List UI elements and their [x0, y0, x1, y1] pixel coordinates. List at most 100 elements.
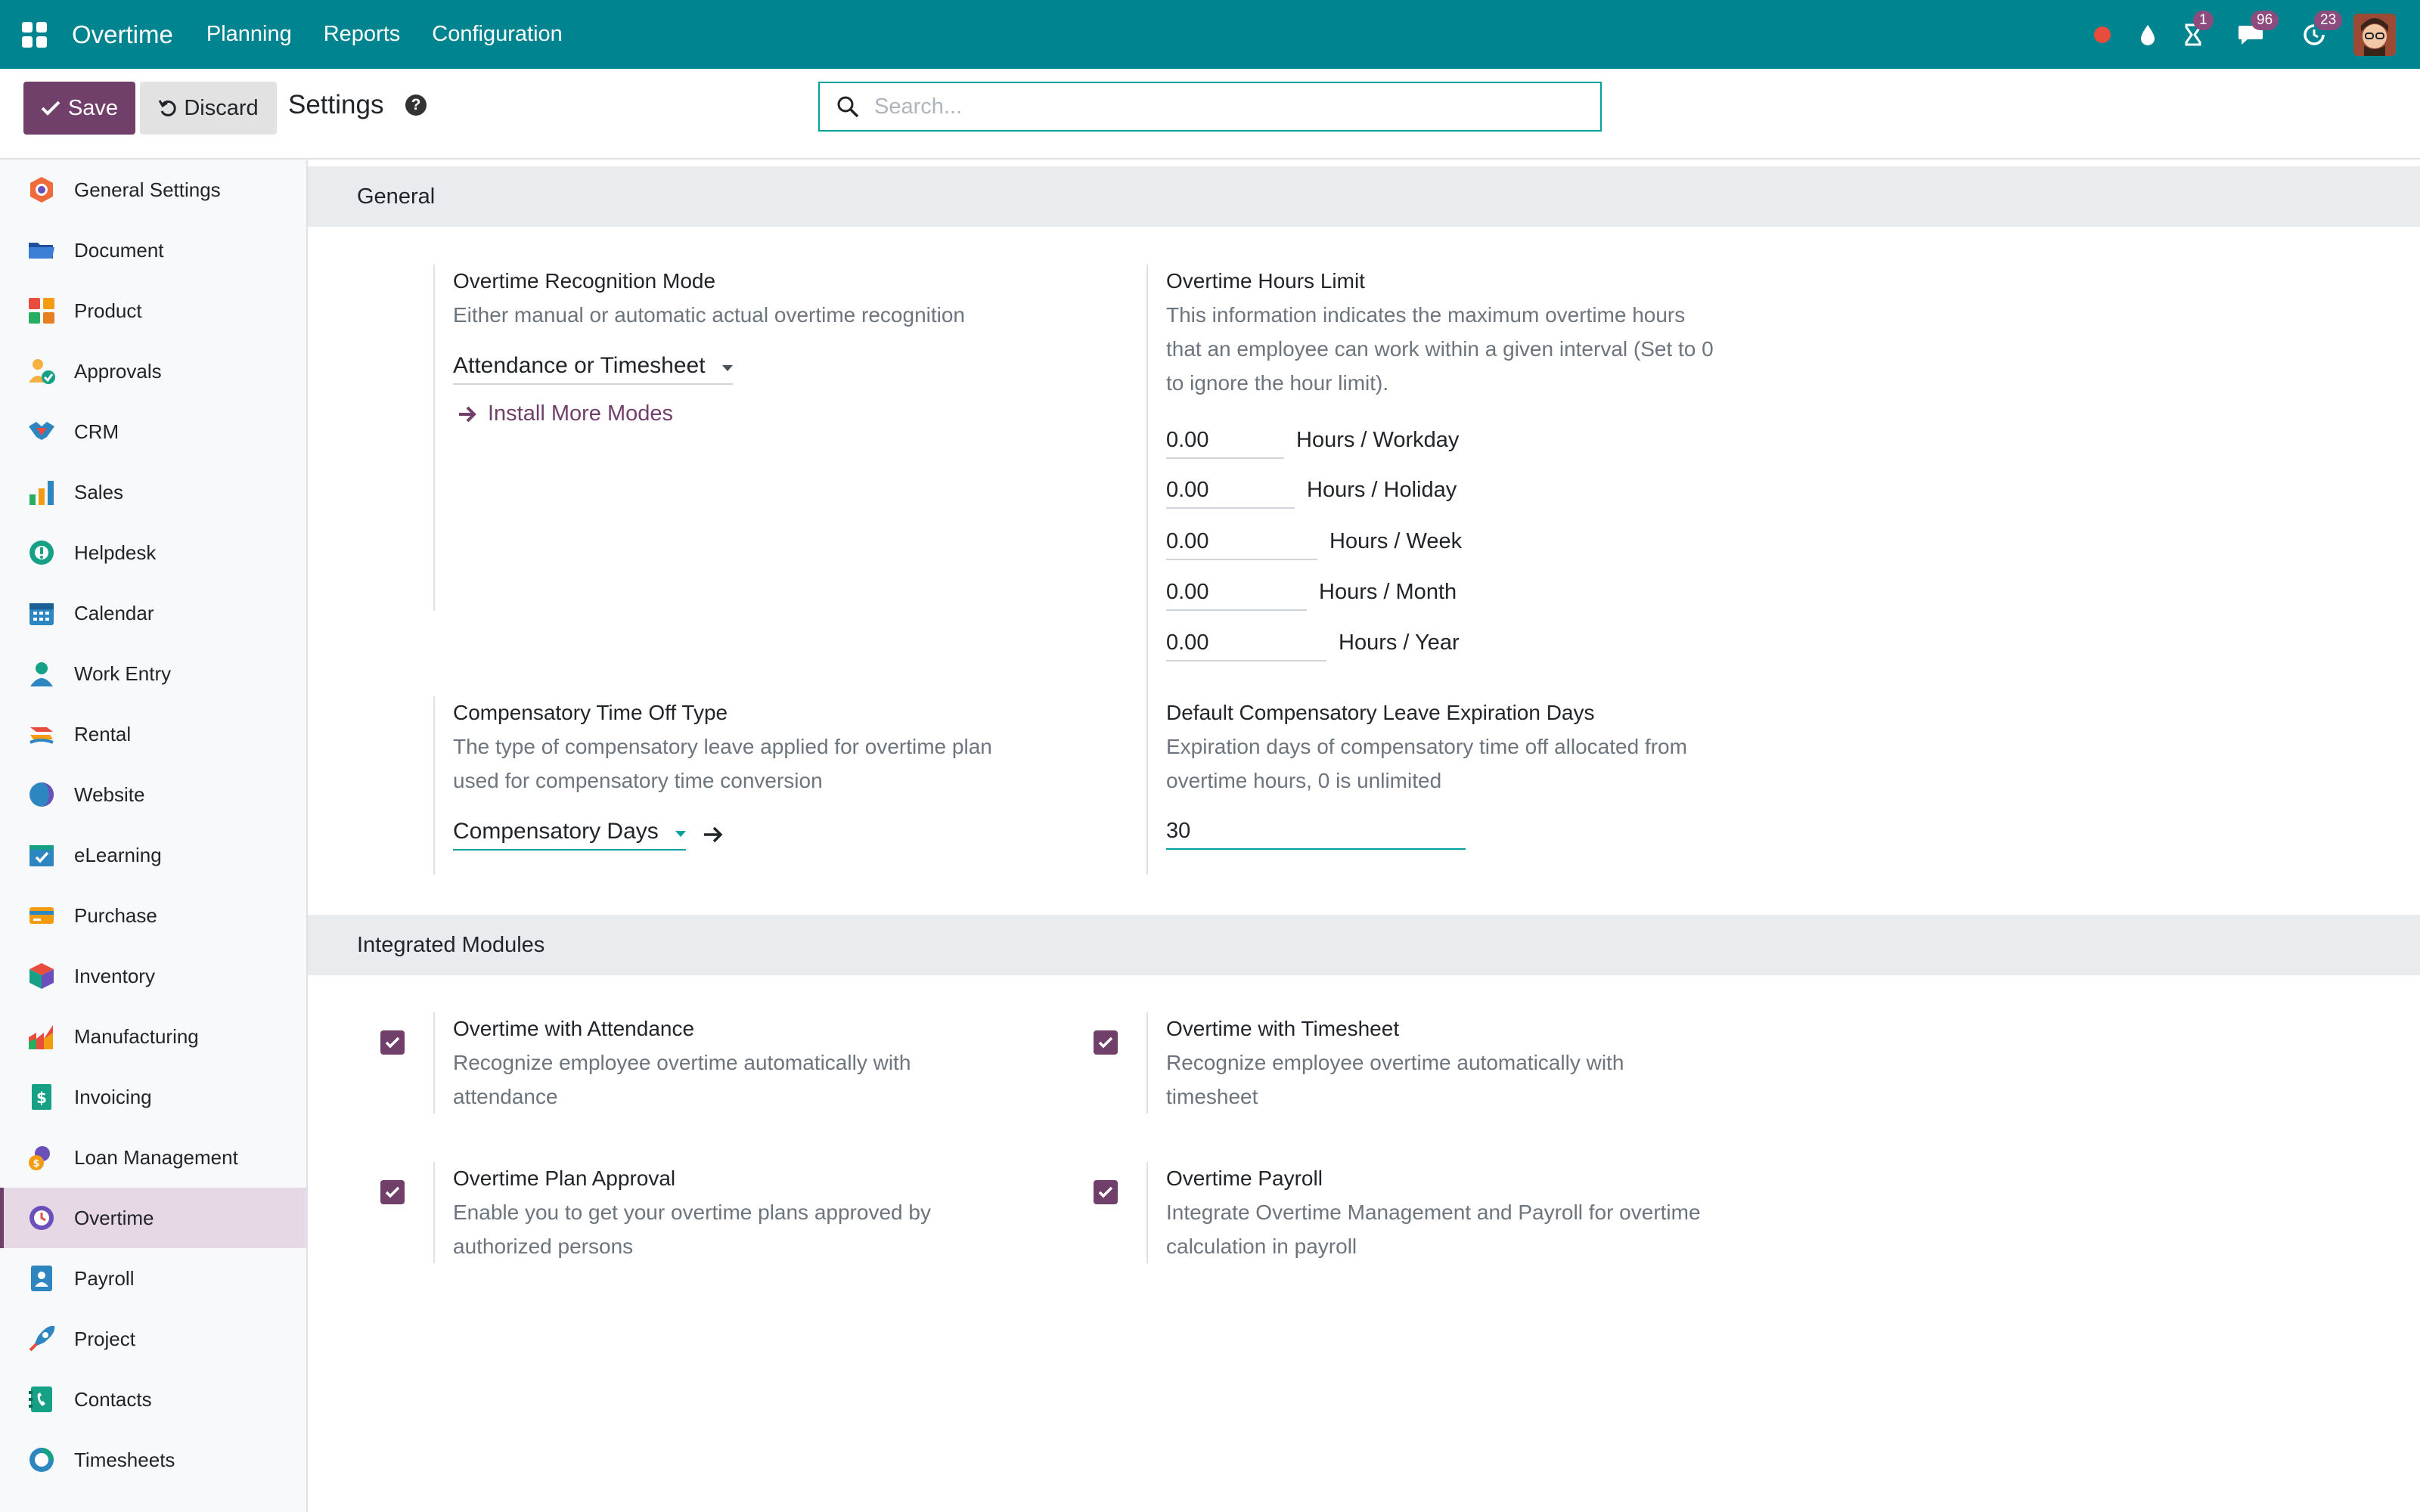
sidebar-item-crm[interactable]: CRM — [0, 401, 306, 462]
product-icon — [27, 296, 56, 325]
timesheet-checkbox[interactable] — [1094, 1030, 1118, 1055]
sidebar-item-timesheets[interactable]: Timesheets — [0, 1430, 306, 1490]
hours-workday-label: Hours / Workday — [1296, 428, 1460, 452]
payroll-checkbox[interactable] — [1094, 1180, 1118, 1204]
updates-icon[interactable]: 23 — [2299, 10, 2343, 50]
sidebar-item-overtime[interactable]: Overtime — [0, 1188, 306, 1248]
sales-icon — [27, 478, 56, 507]
module-payroll-title: Overtime Payroll — [1166, 1167, 1323, 1190]
menu-reports[interactable]: Reports — [324, 22, 401, 47]
hours-limit-desc-3: to ignore the hour limit). — [1166, 371, 1389, 395]
menu-configuration[interactable]: Configuration — [432, 22, 563, 47]
setting-expiration-days: Default Compensatory Leave Expiration Da… — [1146, 696, 1827, 875]
limit-row-month: 0.00 Hours / Month — [1166, 580, 1457, 611]
sidebar-item-label: General Settings — [74, 178, 221, 201]
sidebar-item-helpdesk[interactable]: Helpdesk — [0, 522, 306, 583]
sidebar-item-project[interactable]: Project — [0, 1309, 306, 1369]
sidebar-item-label: Inventory — [74, 964, 155, 987]
recognition-mode-value: Attendance or Timesheet — [453, 353, 706, 378]
module-attendance-desc-2: attendance — [453, 1085, 558, 1108]
discard-label: Discard — [184, 95, 259, 120]
sidebar-item-work-entry[interactable]: Work Entry — [0, 643, 306, 704]
sidebar-item-label: Sales — [74, 480, 124, 503]
activity-badge: 1 — [2193, 10, 2214, 30]
sidebar-item-document[interactable]: Document — [0, 220, 306, 280]
chevron-down-icon — [721, 365, 733, 371]
hours-week-input[interactable]: 0.00 — [1166, 529, 1317, 560]
hours-holiday-input[interactable]: 0.00 — [1166, 478, 1295, 509]
sidebar-item-product[interactable]: Product — [0, 280, 306, 341]
sidebar-item-elearning[interactable]: eLearning — [0, 825, 306, 885]
recognition-mode-desc: Either manual or automatic actual overti… — [453, 303, 966, 327]
settings-content: General Overtime Recognition Mode Either… — [308, 160, 2420, 1512]
save-button[interactable]: Save — [23, 82, 135, 135]
limit-row-year: 0.00 Hours / Year — [1166, 631, 1460, 662]
sidebar-item-loan-management[interactable]: $ Loan Management — [0, 1127, 306, 1188]
sidebar-item-calendar[interactable]: Calendar — [0, 583, 306, 643]
sidebar-item-payroll[interactable]: Payroll — [0, 1248, 306, 1309]
discard-button[interactable]: Discard — [140, 82, 277, 135]
sidebar-item-label: Website — [74, 782, 145, 806]
menu-planning[interactable]: Planning — [206, 22, 292, 47]
plan-approval-checkbox[interactable] — [380, 1180, 405, 1204]
drop-icon[interactable] — [2133, 20, 2163, 50]
limit-row-week: 0.00 Hours / Week — [1166, 529, 1462, 560]
user-avatar[interactable] — [2353, 13, 2396, 56]
sidebar-item-label: Contacts — [74, 1387, 152, 1411]
sidebar-item-general-settings[interactable]: General Settings — [0, 160, 306, 220]
messages-badge: 96 — [2251, 10, 2279, 30]
sidebar-item-sales[interactable]: Sales — [0, 462, 306, 522]
overtime-icon — [27, 1204, 56, 1232]
sidebar-item-inventory[interactable]: Inventory — [0, 946, 306, 1006]
external-link-arrow-icon[interactable] — [703, 826, 724, 844]
chevron-down-icon — [675, 831, 686, 837]
svg-text:$: $ — [36, 1089, 47, 1107]
activity-hourglass-icon[interactable]: 1 — [2178, 10, 2214, 50]
sidebar-item-rental[interactable]: Rental — [0, 704, 306, 764]
setting-overtime-attendance: Overtime with Attendance Recognize emplo… — [433, 1012, 911, 1114]
invoicing-icon: $ — [27, 1083, 56, 1111]
settings-sidebar: General Settings Document Product Approvals… — [0, 160, 308, 1512]
section-modules-header: Integrated Modules — [308, 915, 2420, 975]
hours-month-input[interactable]: 0.00 — [1166, 580, 1307, 611]
module-attendance-desc-1: Recognize employee overtime automaticall… — [453, 1051, 911, 1074]
check-icon — [1098, 1186, 1113, 1198]
setting-recognition-mode: Overtime Recognition Mode Either manual … — [433, 265, 965, 611]
general-settings-icon — [27, 175, 56, 204]
check-icon — [1098, 1036, 1113, 1049]
hours-week-label: Hours / Week — [1329, 529, 1463, 553]
module-timesheet-desc-2: timesheet — [1166, 1085, 1258, 1108]
module-plan-approval-desc-2: authorized persons — [453, 1235, 634, 1258]
recognition-mode-title: Overtime Recognition Mode — [453, 269, 716, 293]
app-name[interactable]: Overtime — [72, 20, 173, 49]
record-icon[interactable] — [2087, 20, 2118, 50]
undo-icon — [159, 100, 177, 116]
sidebar-item-approvals[interactable]: Approvals — [0, 341, 306, 401]
work-entry-icon — [27, 659, 56, 688]
check-icon — [385, 1036, 400, 1049]
recognition-mode-select[interactable]: Attendance or Timesheet — [453, 353, 733, 385]
sidebar-item-contacts[interactable]: Contacts — [0, 1369, 306, 1430]
search-box[interactable] — [818, 82, 1602, 132]
hours-year-input[interactable]: 0.00 — [1166, 631, 1326, 662]
project-icon — [27, 1325, 56, 1353]
expiration-days-input[interactable]: 30 — [1166, 819, 1466, 850]
comp-type-select[interactable]: Compensatory Days — [453, 819, 686, 850]
hours-workday-input[interactable]: 0.00 — [1166, 428, 1284, 459]
install-more-modes-button[interactable]: Install More Modes — [458, 401, 965, 426]
approvals-icon — [27, 357, 56, 386]
sidebar-item-manufacturing[interactable]: Manufacturing — [0, 1006, 306, 1067]
sidebar-item-invoicing[interactable]: $ Invoicing — [0, 1067, 306, 1127]
attendance-checkbox[interactable] — [380, 1030, 405, 1055]
sidebar-item-website[interactable]: Website — [0, 764, 306, 825]
sidebar-item-purchase[interactable]: Purchase — [0, 885, 306, 946]
comp-type-title: Compensatory Time Off Type — [453, 701, 728, 724]
sidebar-item-label: Helpdesk — [74, 541, 157, 564]
hours-month-label: Hours / Month — [1319, 580, 1457, 604]
apps-menu-icon[interactable] — [22, 21, 48, 48]
messages-icon[interactable]: 96 — [2235, 10, 2279, 50]
top-navbar: Overtime Planning Reports Configuration … — [0, 0, 2420, 69]
expiration-desc-1: Expiration days of compensatory time off… — [1166, 735, 1687, 758]
help-icon[interactable]: ? — [405, 94, 427, 116]
search-input[interactable] — [874, 94, 1555, 119]
